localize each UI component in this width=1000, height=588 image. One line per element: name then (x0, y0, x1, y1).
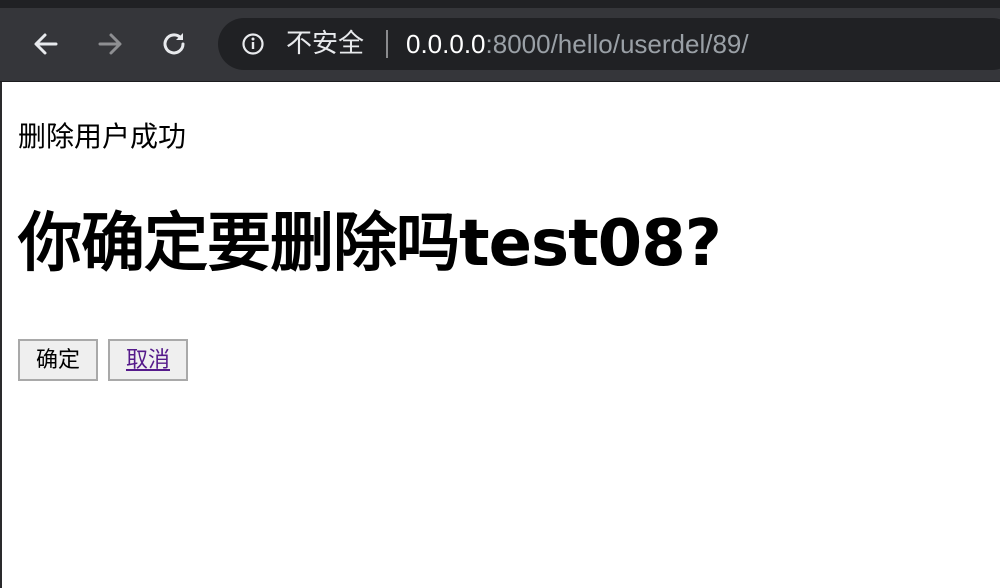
url-path: :8000/hello/userdel/89/ (485, 29, 749, 59)
forward-arrow-icon (98, 33, 122, 55)
omnibox-separator (386, 30, 388, 58)
back-arrow-icon (34, 33, 58, 55)
browser-toolbar: 不安全 0.0.0.0:8000/hello/userdel/89/ (0, 0, 1000, 82)
reload-button[interactable] (154, 24, 194, 64)
address-bar[interactable]: 不安全 0.0.0.0:8000/hello/userdel/89/ (218, 18, 1000, 70)
forward-button[interactable] (90, 24, 130, 64)
url-host: 0.0.0.0 (406, 29, 486, 59)
reload-icon (163, 33, 185, 55)
url-text[interactable]: 0.0.0.0:8000/hello/userdel/89/ (406, 30, 749, 58)
back-button[interactable] (26, 24, 66, 64)
status-message: 删除用户成功 (18, 120, 187, 153)
window-edge (0, 82, 2, 588)
cancel-button[interactable]: 取消 (108, 339, 188, 381)
confirm-button[interactable]: 确定 (18, 339, 98, 381)
cancel-link[interactable]: 取消 (126, 348, 170, 373)
info-icon[interactable] (242, 33, 264, 55)
security-label[interactable]: 不安全 (286, 30, 364, 58)
confirm-prompt: 你确定要删除吗test08? (18, 207, 722, 281)
